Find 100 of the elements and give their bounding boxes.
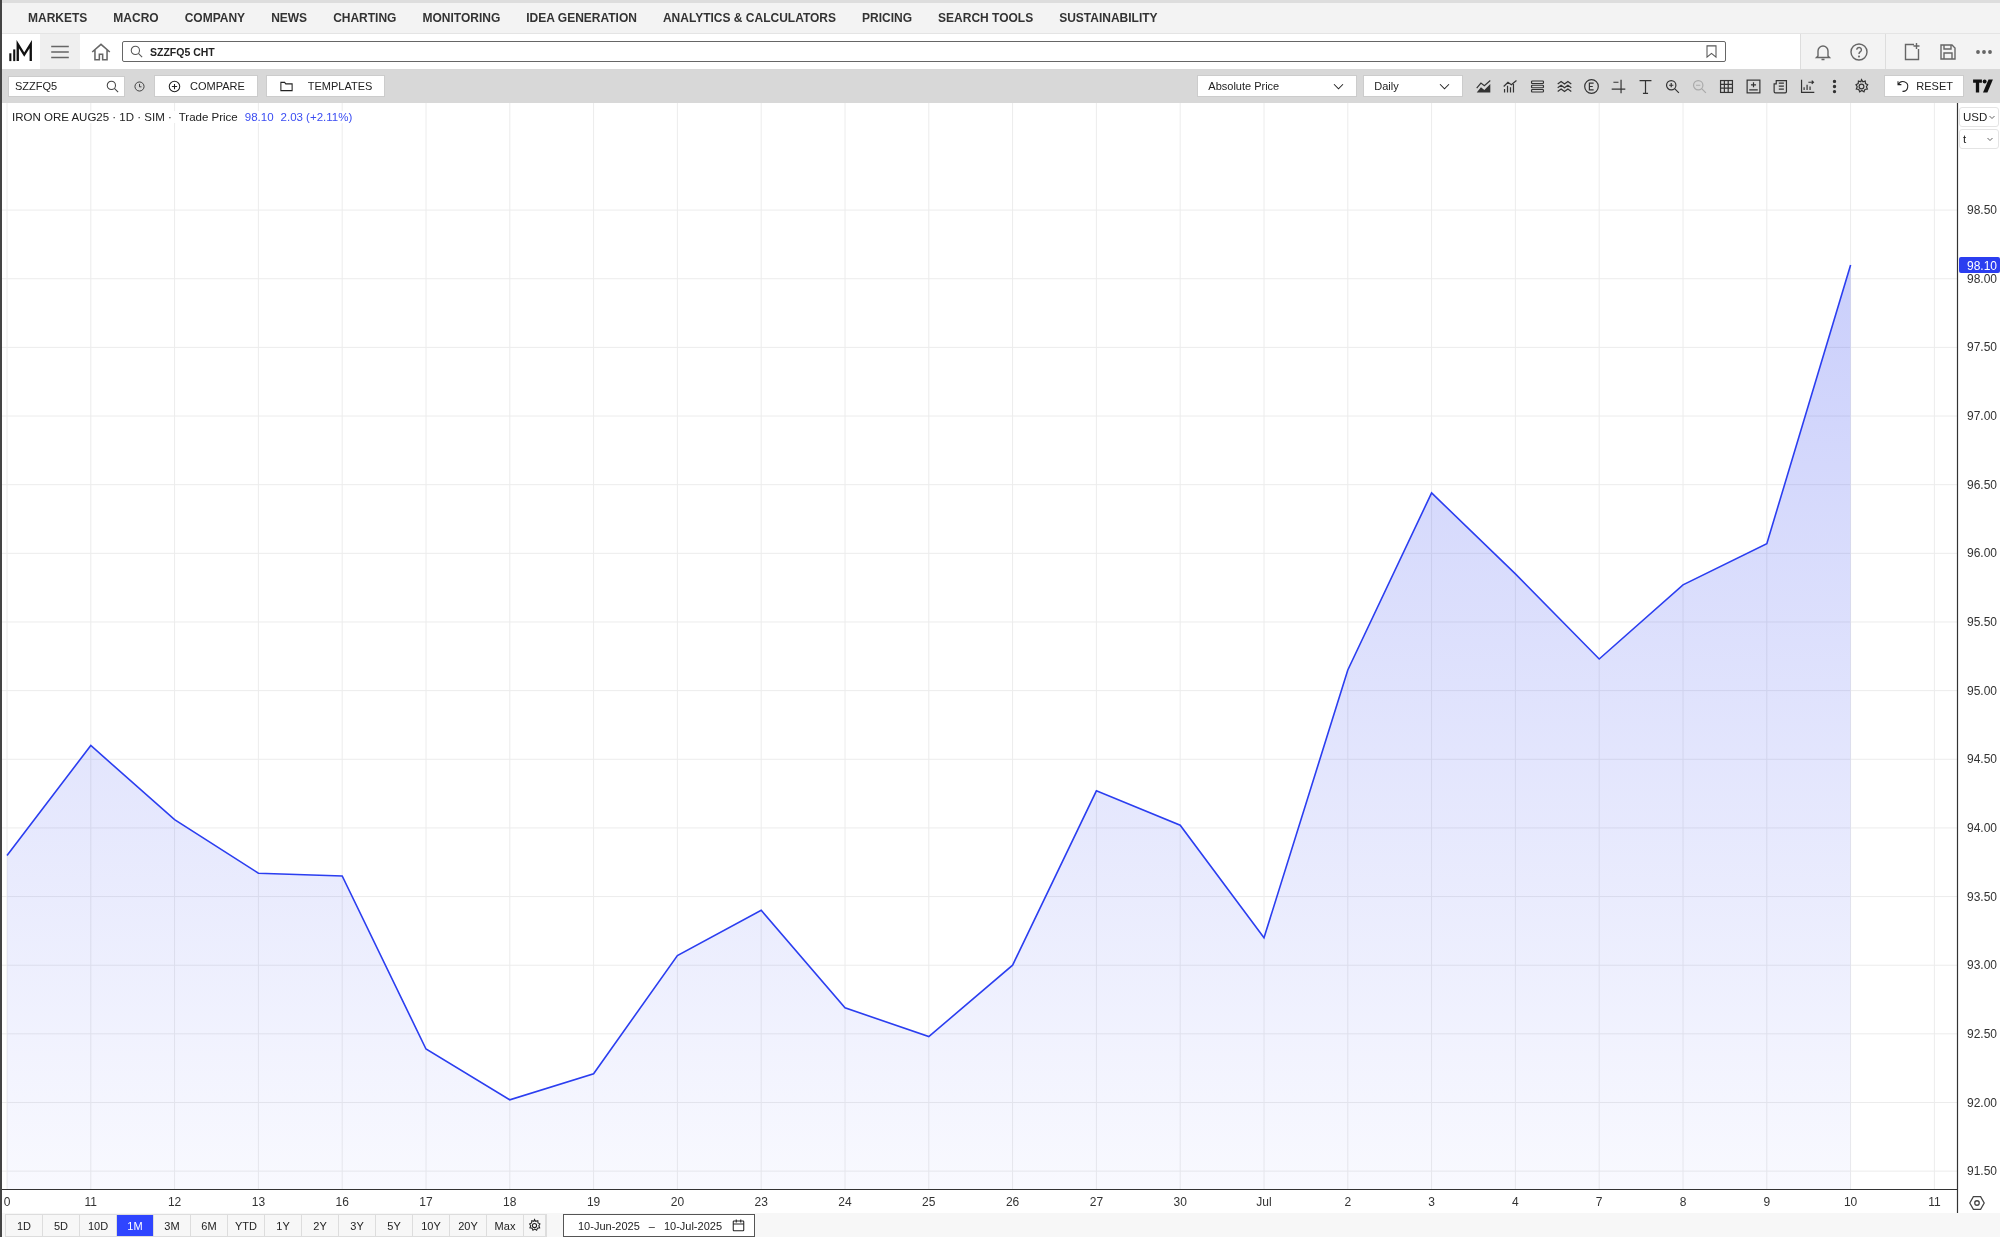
y-axis-label: 91.50 (1966, 1164, 1997, 1179)
settings-icon[interactable] (1968, 1194, 1986, 1212)
x-axis-label: 19 (586, 1195, 601, 1209)
symbol-field[interactable]: SZZFQ5 (8, 75, 125, 97)
range-button[interactable]: 1M (117, 1215, 154, 1236)
crosshair-icon[interactable] (1610, 77, 1628, 95)
range-button[interactable]: 5Y (376, 1215, 413, 1236)
x-axis-label: 24 (838, 1195, 852, 1209)
range-button[interactable]: 1Y (265, 1215, 302, 1236)
range-button[interactable]: Max (487, 1215, 524, 1236)
help-icon[interactable] (1849, 41, 1869, 62)
reset-button[interactable]: RESET (1884, 75, 1964, 97)
templates-button[interactable]: TEMPLATES (265, 75, 386, 97)
y-axis-label: 93.00 (1966, 958, 1997, 973)
range-button[interactable]: 20Y (450, 1215, 487, 1236)
circled-letter-icon[interactable] (1583, 77, 1601, 95)
x-axis-label: 7 (1595, 1195, 1603, 1209)
range-button[interactable]: 10D (80, 1215, 117, 1236)
bookmark-icon[interactable] (1704, 44, 1719, 59)
x-axis-label: 25 (922, 1195, 936, 1209)
x-axis-label: 9 (1763, 1195, 1771, 1209)
y-axis-label: 94.50 (1966, 752, 1997, 767)
save-icon[interactable] (1938, 41, 1958, 62)
x-axis-label: 11 (84, 1195, 98, 1209)
settings-icon (527, 1218, 542, 1233)
nav-menu-item[interactable]: MONITORING (422, 11, 501, 25)
compare-button[interactable]: COMPARE (154, 75, 258, 97)
zoom-in-icon[interactable] (1664, 77, 1682, 95)
price-change-value: 2.03 (+2.11%) (280, 111, 353, 123)
search-input[interactable]: SZZFQ5 CHT (150, 45, 1698, 58)
stacked-bars-icon[interactable] (1529, 77, 1547, 95)
y-axis-label: 95.00 (1966, 683, 1997, 698)
y-axis-label: 92.00 (1966, 1095, 1997, 1110)
x-axis-label: 12 (167, 1195, 182, 1209)
y-axis-label: 94.00 (1966, 820, 1997, 835)
range-button[interactable]: 2Y (302, 1215, 339, 1236)
range-button[interactable]: 6M (191, 1215, 228, 1236)
date-separator: – (648, 1219, 655, 1232)
search-icon (105, 78, 120, 94)
clock-icon[interactable] (133, 79, 146, 93)
currency-dropdown[interactable]: USD (1959, 107, 1999, 127)
last-price-value: 98.10 (244, 111, 274, 123)
x-axis-label: 23 (754, 1195, 768, 1209)
symbol-input[interactable]: SZZFQ5 (15, 80, 105, 92)
y-axis-label: 93.50 (1966, 889, 1997, 904)
nav-menu-item[interactable]: SEARCH TOOLS (938, 11, 1034, 25)
new-document-icon[interactable] (1902, 41, 1922, 62)
y-axis-label: 98.50 (1966, 203, 1997, 218)
x-axis-label: 20 (670, 1195, 685, 1209)
y-axis-label: 96.50 (1966, 477, 1997, 492)
nav-menu-item[interactable]: IDEA GENERATION (526, 11, 637, 25)
y-axis-label: 98.00 (1966, 271, 1997, 286)
nav-menu-item[interactable]: SUSTAINABILITY (1059, 11, 1158, 25)
settings-icon[interactable] (1853, 77, 1871, 95)
search-field[interactable]: SZZFQ5 CHT (122, 41, 1726, 62)
y-axis-label: 97.50 (1966, 340, 1997, 355)
y-axis-label: 95.50 (1966, 614, 1997, 629)
nav-menu-item[interactable]: PRICING (862, 11, 913, 25)
newspaper-icon[interactable] (1772, 77, 1790, 95)
plus-circle-icon (167, 78, 182, 94)
x-axis-label: 26 (1005, 1195, 1020, 1209)
series-legend-title: IRON ORE AUG25 · 1D · SIM · (12, 111, 172, 123)
nav-menu-item[interactable]: CHARTING (333, 11, 397, 25)
x-axis-label: Jul (1256, 1195, 1272, 1209)
nav-menu-item[interactable]: ANALYTICS & CALCULATORS (662, 11, 837, 25)
y-axis-label: 97.00 (1966, 409, 1997, 424)
area-chart-icon[interactable] (1475, 77, 1493, 95)
nav-menu-item[interactable]: MARKETS (28, 11, 88, 25)
frequency-dropdown[interactable]: Daily (1363, 75, 1464, 97)
x-axis-label: 10 (1843, 1195, 1858, 1209)
x-axis-label: 2 (1344, 1195, 1352, 1209)
nav-menu-item[interactable]: COMPANY (184, 11, 246, 25)
date-range-field[interactable]: 10-Jun-2025 – 10-Jul-2025 (563, 1214, 755, 1237)
x-axis-label: 11 (1928, 1195, 1941, 1209)
unit-dropdown[interactable]: t (1959, 129, 1999, 149)
range-button[interactable]: 1D (6, 1215, 43, 1236)
range-button[interactable]: 3M (154, 1215, 191, 1236)
range-button[interactable]: 3Y (339, 1215, 376, 1236)
x-axis-label: 27 (1089, 1195, 1104, 1209)
x-axis-label: 16 (335, 1195, 349, 1209)
x-axis-label: 4 (1512, 1195, 1519, 1209)
x-axis-label: 3 (1428, 1195, 1435, 1209)
range-button[interactable]: 10Y (413, 1215, 450, 1236)
x-axis-label: 30 (1173, 1195, 1187, 1209)
framed-chart-icon[interactable] (1745, 77, 1763, 95)
x-axis-label: 17 (419, 1195, 433, 1209)
search-icon (129, 44, 144, 59)
range-button[interactable]: YTD (228, 1215, 265, 1236)
date-to: 10-Jul-2025 (663, 1219, 722, 1232)
x-axis-label: 8 (1679, 1195, 1687, 1209)
table-icon[interactable] (1718, 77, 1736, 95)
chart-export-icon[interactable] (1799, 77, 1817, 95)
range-button[interactable]: 5D (43, 1215, 80, 1236)
nav-menu-item[interactable]: NEWS (271, 11, 308, 25)
reset-icon (1895, 78, 1911, 94)
date-from: 10-Jun-2025 (578, 1219, 640, 1232)
nav-menu-item[interactable]: MACRO (113, 11, 159, 25)
price-mode-dropdown[interactable]: Absolute Price (1197, 75, 1358, 97)
x-axis-label: 0 (3, 1195, 11, 1209)
range-settings-button[interactable] (524, 1215, 546, 1236)
